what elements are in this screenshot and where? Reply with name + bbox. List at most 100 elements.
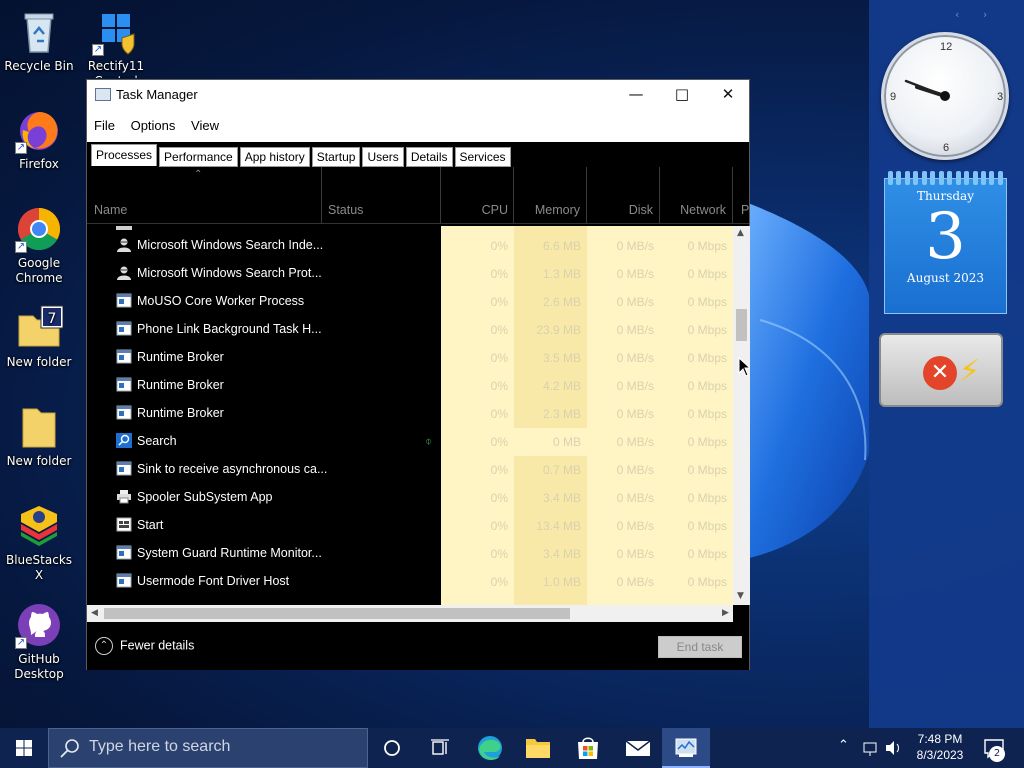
desktop-icon-rectify11-control[interactable]: ↗ Rectify11 Control xyxy=(78,8,154,78)
column-header-power[interactable]: P xyxy=(733,167,749,223)
cpu-cell: 0% xyxy=(490,407,508,421)
desktop-icon-github-desktop[interactable]: ↗ GitHub Desktop xyxy=(1,601,77,682)
cpu-cell: 0% xyxy=(490,267,508,281)
desktop-icon-firefox[interactable]: ↗ Firefox xyxy=(1,106,77,172)
mouse-cursor xyxy=(738,357,750,377)
volume-icon[interactable] xyxy=(884,728,902,768)
disk-cell: 0 MB/s xyxy=(616,239,654,253)
memory-cell: 6.6 MB xyxy=(542,239,581,253)
show-hidden-icons[interactable]: ⌃ xyxy=(838,738,849,768)
desktop-icon-bluestacks[interactable]: BlueStacks X xyxy=(1,502,77,583)
vertical-scroll-thumb[interactable] xyxy=(736,309,747,341)
minimize-button[interactable]: — xyxy=(613,80,659,109)
menu-file[interactable]: File xyxy=(94,118,115,133)
notification-center-button[interactable]: 2 xyxy=(980,728,1024,768)
process-name: Runtime Broker xyxy=(137,378,224,392)
desktop-icon-new-folder-1[interactable]: 7 New folder xyxy=(1,304,77,370)
process-icon xyxy=(116,321,132,336)
menu-bar: File Options View xyxy=(87,109,749,142)
process-row[interactable]: Search ⌽ 0% 0 MB 0 MB/s 0 Mbps xyxy=(87,428,733,456)
desktop-icon-label: Firefox xyxy=(19,157,59,171)
calendar-rings xyxy=(888,171,1003,185)
close-button[interactable]: ✕ xyxy=(705,80,751,109)
horizontal-scrollbar[interactable]: ◀ ▶ xyxy=(87,605,733,622)
calendar-day: 3 xyxy=(925,200,966,274)
menu-options[interactable]: Options xyxy=(131,118,176,133)
process-name: System Guard Runtime Monitor... xyxy=(137,546,322,560)
process-name: Sink to receive asynchronous ca... xyxy=(137,462,328,476)
task-manager-taskbar-button[interactable] xyxy=(662,728,710,768)
scroll-up-arrow[interactable]: ▲ xyxy=(737,228,744,238)
edge-button[interactable] xyxy=(466,728,514,768)
vertical-scrollbar[interactable]: ▲ ▼ xyxy=(733,226,750,605)
task-view-button[interactable] xyxy=(416,728,464,768)
disk-cell: 0 MB/s xyxy=(616,267,654,281)
process-row[interactable]: Runtime Broker 0% 2.3 MB 0 MB/s 0 Mbps xyxy=(87,400,733,428)
cpu-cell: 0% xyxy=(490,519,508,533)
column-headers: ⌃ Name Status CPU Memory Disk Network P xyxy=(87,167,749,224)
file-explorer-button[interactable] xyxy=(514,728,562,768)
disk-cell: 0 MB/s xyxy=(616,351,654,365)
windows-logo-icon xyxy=(16,740,32,756)
column-header-memory[interactable]: Memory xyxy=(514,167,587,223)
column-header-disk[interactable]: Disk xyxy=(587,167,660,223)
column-header-name[interactable]: Name xyxy=(87,167,322,223)
cortana-button[interactable] xyxy=(368,728,416,768)
process-row[interactable]: Runtime Broker 0% 4.2 MB 0 MB/s 0 Mbps xyxy=(87,372,733,400)
tab-app-history[interactable]: App history xyxy=(239,147,310,167)
column-header-cpu[interactable]: CPU xyxy=(441,167,514,223)
process-row[interactable]: MoUSO Core Worker Process 0% 2.6 MB 0 MB/s 0… xyxy=(87,288,733,316)
scroll-down-arrow[interactable]: ▼ xyxy=(737,591,744,601)
tab-services[interactable]: Services xyxy=(454,147,511,167)
taskbar-date: 8/3/2023 xyxy=(916,748,964,762)
tab-performance[interactable]: Performance xyxy=(159,147,238,167)
process-name: Runtime Broker xyxy=(137,406,224,420)
process-row[interactable]: System Guard Runtime Monitor... 0% 3.4 MB 0… xyxy=(87,540,733,568)
process-name: Spooler SubSystem App xyxy=(137,490,273,504)
process-row[interactable]: Spooler SubSystem App 0% 3.4 MB 0 MB/s 0 Mbp… xyxy=(87,484,733,512)
end-task-button[interactable]: End task xyxy=(658,636,742,658)
process-name: MoUSO Core Worker Process xyxy=(137,294,305,308)
start-button[interactable] xyxy=(0,728,48,768)
process-row[interactable]: Sink to receive asynchronous ca... 0% 0.7 … xyxy=(87,456,733,484)
folder-icon: 7 xyxy=(18,305,64,347)
window-title: Task Manager xyxy=(116,87,198,102)
taskbar-search-box[interactable]: Type here to search xyxy=(48,728,368,768)
taskbar-clock[interactable]: 7:48 PM 8/3/2023 xyxy=(908,731,972,763)
process-row[interactable]: Microsoft Windows Search Prot... 0% 1.3 MB… xyxy=(87,260,733,288)
process-row[interactable]: Phone Link Background Task H... 0% 23.9 MB… xyxy=(87,316,733,344)
network-cell: 0 Mbps xyxy=(687,547,727,561)
menu-view[interactable]: View xyxy=(191,118,219,133)
network-icon[interactable] xyxy=(862,728,880,768)
desktop-icon-google-chrome[interactable]: ↗ Google Chrome xyxy=(1,205,77,286)
title-bar[interactable]: Task Manager — □ ✕ xyxy=(87,80,749,109)
folder-icon xyxy=(22,408,56,448)
desktop-icon-new-folder-2[interactable]: New folder xyxy=(1,403,77,469)
process-row[interactable]: Usermode Font Driver Host 0% 1.0 MB 0 MB/s 0… xyxy=(87,568,733,596)
cpu-cell: 0% xyxy=(490,435,508,449)
sidebar-nav[interactable]: ‹ › xyxy=(955,8,997,21)
tab-users[interactable]: Users xyxy=(362,147,404,167)
tab-details[interactable]: Details xyxy=(405,147,453,167)
charging-bolt-icon: ⚡ xyxy=(959,354,981,389)
disk-cell: 0 MB/s xyxy=(616,519,654,533)
store-button[interactable] xyxy=(564,728,612,768)
horizontal-scroll-thumb[interactable] xyxy=(104,608,570,619)
process-row[interactable]: Microsoft Windows Search Inde... 0% 6.6 MB… xyxy=(87,232,733,260)
cpu-cell: 0% xyxy=(490,295,508,309)
search-icon xyxy=(116,433,132,448)
column-header-status[interactable]: Status xyxy=(322,167,441,223)
process-row[interactable]: Start 0% 13.4 MB 0 MB/s 0 Mbps xyxy=(87,512,733,540)
tab-processes[interactable]: Processes xyxy=(91,144,158,166)
mail-button[interactable] xyxy=(614,728,662,768)
fewer-details-link[interactable]: ⌃ Fewer details xyxy=(95,637,194,655)
column-header-network[interactable]: Network xyxy=(660,167,733,223)
process-row[interactable]: Runtime Broker 0% 3.5 MB 0 MB/s 0 Mbps xyxy=(87,344,733,372)
process-icon xyxy=(116,349,132,364)
scroll-left-arrow[interactable]: ◀ xyxy=(91,608,98,618)
maximize-button[interactable]: □ xyxy=(659,80,705,109)
scroll-right-arrow[interactable]: ▶ xyxy=(722,608,729,618)
notification-count-badge: 2 xyxy=(989,746,1005,762)
tab-startup[interactable]: Startup xyxy=(311,147,361,167)
desktop-icon-recycle-bin[interactable]: Recycle Bin xyxy=(1,8,77,74)
